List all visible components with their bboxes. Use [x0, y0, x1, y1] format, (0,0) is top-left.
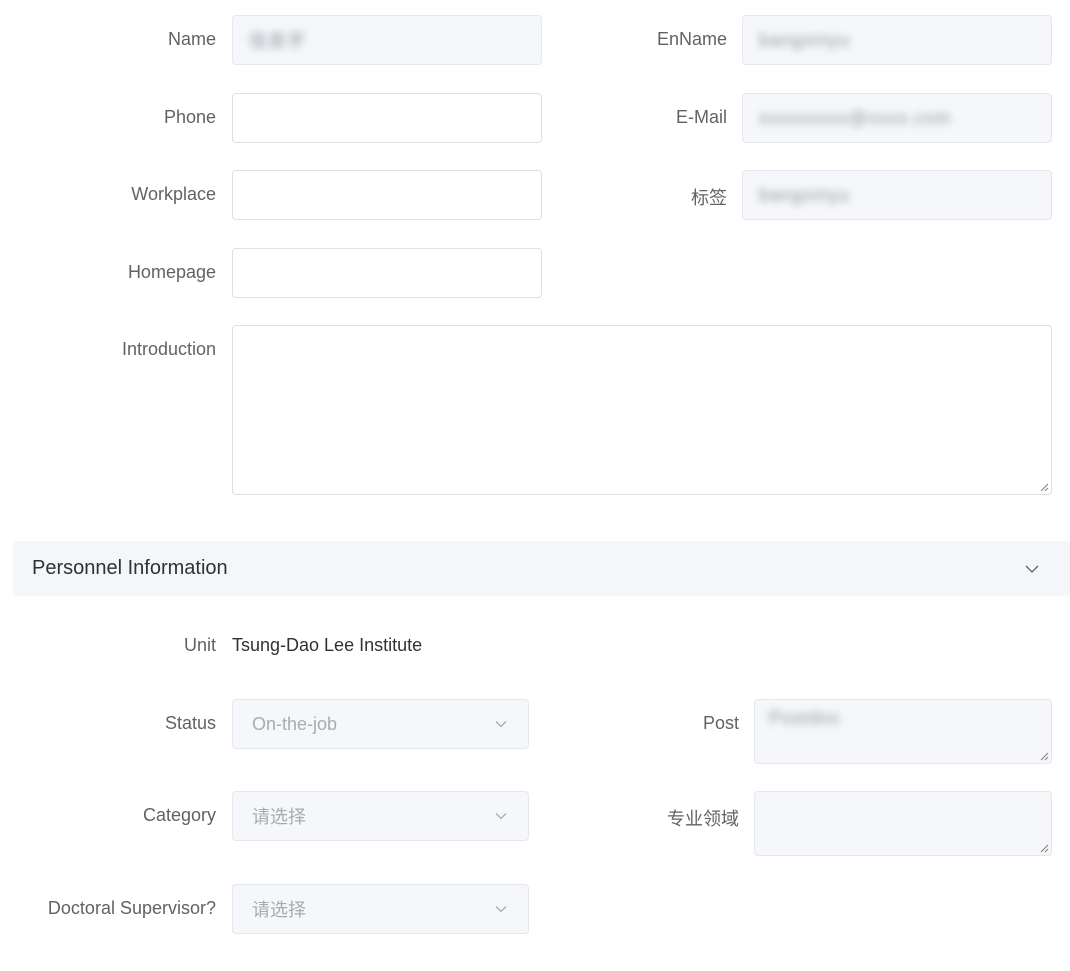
personnel-section-header[interactable]: Personnel Information — [13, 541, 1070, 596]
section-title: Personnel Information — [32, 557, 228, 579]
category-label: Category — [142, 805, 216, 825]
chevron-down-icon — [495, 813, 507, 820]
name-label: Name — [167, 29, 216, 49]
homepage-input[interactable] — [232, 248, 542, 298]
post-textarea[interactable]: Postdoc — [754, 699, 1052, 764]
unit-value: Tsung-Dao Lee Institute — [232, 635, 423, 655]
enname-input[interactable]: bangxinyu — [742, 15, 1052, 65]
category-select[interactable]: 请选择 — [232, 791, 529, 841]
tag-value: bangxinyu — [759, 184, 851, 205]
enname-label: EnName — [656, 29, 727, 49]
chevron-down-icon — [495, 721, 507, 728]
name-input[interactable]: 信息宇 — [232, 15, 542, 65]
status-label: Status — [164, 713, 216, 733]
post-label: Post — [702, 713, 739, 733]
status-value: On-the-job — [252, 713, 338, 734]
doctoral-supervisor-label: Doctoral Supervisor? — [47, 898, 216, 918]
name-value: 信息宇 — [249, 31, 306, 51]
enname-value: bangxinyu — [759, 29, 851, 50]
field-textarea[interactable] — [754, 791, 1052, 856]
chevron-down-icon — [495, 906, 507, 913]
doctoral-supervisor-placeholder: 请选择 — [252, 900, 306, 920]
field-label: 专业领域 — [667, 809, 739, 829]
resize-handle-icon[interactable] — [1039, 843, 1049, 853]
resize-handle-icon[interactable] — [1039, 482, 1049, 492]
introduction-label: Introduction — [121, 339, 216, 359]
email-value: xxxxxxxxx@xxxx.com — [759, 107, 952, 128]
category-placeholder: 请选择 — [252, 807, 306, 827]
email-label: E-Mail — [675, 107, 727, 127]
email-input[interactable]: xxxxxxxxx@xxxx.com — [742, 93, 1052, 143]
tag-label: 标签 — [691, 188, 727, 208]
unit-label: Unit — [183, 635, 216, 655]
workplace-input[interactable] — [232, 170, 542, 220]
status-select[interactable]: On-the-job — [232, 699, 529, 749]
workplace-label: Workplace — [131, 184, 216, 204]
chevron-down-icon[interactable] — [1024, 561, 1040, 577]
tag-input[interactable]: bangxinyu — [742, 170, 1052, 220]
doctoral-supervisor-select[interactable]: 请选择 — [232, 884, 529, 934]
phone-input[interactable] — [232, 93, 542, 143]
homepage-label: Homepage — [127, 262, 216, 282]
resize-handle-icon[interactable] — [1039, 751, 1049, 761]
introduction-textarea[interactable] — [232, 325, 1052, 495]
post-value: Postdoc — [769, 708, 842, 728]
phone-label: Phone — [163, 107, 216, 127]
